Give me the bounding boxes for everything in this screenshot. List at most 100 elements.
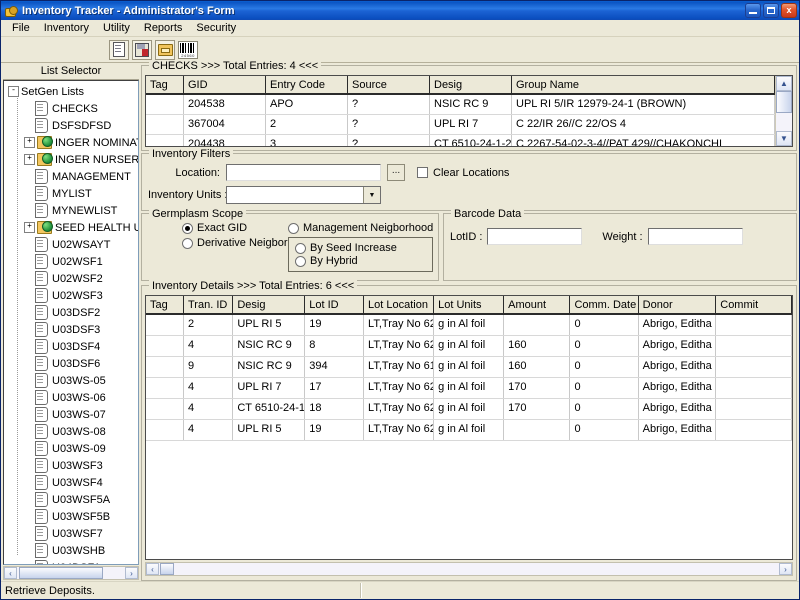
tree-horizontal-scrollbar[interactable]: ‹ › — [3, 566, 139, 580]
column-header-group-name[interactable]: Group Name — [512, 76, 775, 93]
tree-item-seed-health-unit[interactable]: + SEED HEALTH UNIT — [4, 219, 138, 236]
column-header-donor[interactable]: Donor — [639, 296, 717, 313]
radio-by-hybrid[interactable]: By Hybrid — [295, 255, 426, 267]
new-document-button[interactable] — [109, 39, 129, 60]
tree-item-u02wsf2[interactable]: U02WSF2 — [4, 270, 138, 287]
radio-management-neighborhood[interactable]: Management Neigborhood — [288, 222, 433, 234]
tree-scroll-thumb[interactable] — [19, 567, 104, 579]
tree-item-u03dsf4[interactable]: U03DSF4 — [4, 338, 138, 355]
checks-scroll-thumb[interactable] — [776, 91, 792, 113]
table-row[interactable]: 4UPL RI 519LT,Tray No 626g in Al foil 0Ab… — [146, 420, 792, 441]
clear-locations-checkbox[interactable] — [417, 167, 428, 178]
save-report-button[interactable] — [132, 39, 152, 60]
tree-item-dsfsdfsd[interactable]: DSFSDFSD — [4, 117, 138, 134]
inventory-units-select[interactable]: ▼ — [226, 186, 381, 204]
tree-item-u03wsf4[interactable]: U03WSF4 — [4, 474, 138, 491]
tree-item-u03wsf7[interactable]: U03WSF7 — [4, 525, 138, 542]
tree-item-management[interactable]: MANAGEMENT — [4, 168, 138, 185]
tree-item-mynewlist[interactable]: MYNEWLIST — [4, 202, 138, 219]
weight-input[interactable] — [647, 228, 743, 245]
tree-item-u03ws-06[interactable]: U03WS-06 — [4, 389, 138, 406]
chevron-down-icon[interactable]: ▼ — [363, 187, 380, 203]
checks-vertical-scrollbar[interactable]: ▲ ▼ — [775, 76, 792, 146]
tree-item-u03wsf5b[interactable]: U03WSF5B — [4, 508, 138, 525]
column-header-lot-location[interactable]: Lot Location — [364, 296, 435, 313]
table-row[interactable]: 4CT 6510-24-1-218LT,Tray No 626g in Al f… — [146, 399, 792, 420]
column-header-commit[interactable]: Commit — [716, 296, 792, 313]
column-header-tran-id[interactable]: Tran. ID — [184, 296, 234, 313]
table-row[interactable]: 367004 2? UPL RI 7C 22/IR 26//C 22/OS 4 — [146, 115, 775, 135]
table-row[interactable]: 9NSIC RC 9394LT,Tray No 619g in Al foil1… — [146, 357, 792, 378]
column-header-tag[interactable]: Tag — [146, 76, 184, 93]
column-header-desig[interactable]: Desig — [430, 76, 512, 93]
tree-item-u03wsf5a[interactable]: U03WSF5A — [4, 491, 138, 508]
tree-item-mylist[interactable]: MYLIST — [4, 185, 138, 202]
radio-by-seed-increase-icon[interactable] — [295, 242, 306, 254]
details-scroll-thumb[interactable] — [160, 563, 174, 575]
lotid-input[interactable] — [487, 228, 583, 245]
scroll-right-arrow-icon[interactable]: › — [125, 567, 138, 579]
expand-expander-icon[interactable]: + — [24, 137, 35, 148]
table-row[interactable]: 204538 APO? NSIC RC 9 UPL RI 5/IR 12979-24-… — [146, 95, 775, 115]
tree-item-inger-nomination-li-[interactable]: + INGER NOMINATION LI: — [4, 134, 138, 151]
tree-item-inger-nursery[interactable]: + INGER NURSERY — [4, 151, 138, 168]
menu-reports[interactable]: Reports — [137, 21, 190, 35]
radio-exact-gid-icon[interactable] — [182, 222, 193, 234]
menu-security[interactable]: Security — [189, 21, 243, 35]
tree-item-u03wsf3[interactable]: U03WSF3 — [4, 457, 138, 474]
column-header-comm-date[interactable]: Comm. Date — [570, 296, 639, 313]
inventory-details-grid[interactable]: Tag Tran. ID Desig Lot ID Lot Location Lot Un… — [145, 295, 793, 560]
tree-item-u03ws-07[interactable]: U03WS-07 — [4, 406, 138, 423]
checks-grid[interactable]: Tag GID Entry Code Source Desig Group Name 20… — [145, 75, 793, 147]
tree-item-u03ws-08[interactable]: U03WS-08 — [4, 423, 138, 440]
details-scroll-left-arrow-icon[interactable]: ‹ — [146, 563, 159, 575]
radio-derivative-neighborhood[interactable]: Derivative Neigborhood — [182, 237, 312, 249]
tree-item-u03dsf3[interactable]: U03DSF3 — [4, 321, 138, 338]
minimize-button[interactable] — [745, 3, 761, 18]
tree-item-u03ws-09[interactable]: U03WS-09 — [4, 440, 138, 457]
list-selector-tree[interactable]: - SetGen Lists CHECKS DSFSDFSD + INGER NOMI… — [3, 80, 139, 565]
tree-item-u03dsf2[interactable]: U03DSF2 — [4, 304, 138, 321]
menu-inventory[interactable]: Inventory — [37, 21, 96, 35]
table-row[interactable]: 204438 3? CT 6510-24-1-2 C 2267-54-02-3-4//… — [146, 135, 775, 146]
table-row[interactable]: 2UPL RI 519LT,Tray No 626g in Al foil 0Ab… — [146, 315, 792, 336]
radio-derivative-neighborhood-icon[interactable] — [182, 237, 193, 249]
tree-item-checks[interactable]: CHECKS — [4, 100, 138, 117]
radio-exact-gid[interactable]: Exact GID — [182, 222, 288, 234]
column-header-source[interactable]: Source — [348, 76, 430, 93]
tree-item-u02wsf3[interactable]: U02WSF3 — [4, 287, 138, 304]
tree-item-u02wsf1[interactable]: U02WSF1 — [4, 253, 138, 270]
column-header-lot-units[interactable]: Lot Units — [434, 296, 505, 313]
tree-scroll-track[interactable] — [17, 567, 125, 579]
collapse-expander-icon[interactable]: - — [8, 86, 19, 97]
location-browse-button[interactable]: ... — [387, 164, 405, 181]
details-scroll-right-arrow-icon[interactable]: › — [779, 563, 792, 575]
details-scroll-track[interactable] — [159, 563, 779, 575]
checks-scroll-track[interactable] — [776, 113, 792, 131]
scroll-up-arrow-icon[interactable]: ▲ — [776, 76, 792, 91]
table-row[interactable]: 4NSIC RC 98LT,Tray No 626g in Al foil160… — [146, 336, 792, 357]
column-header-gid[interactable]: GID — [184, 76, 266, 93]
maximize-button[interactable] — [763, 3, 779, 18]
tree-item-u03ws-05[interactable]: U03WS-05 — [4, 372, 138, 389]
tree-item-u03wshb[interactable]: U03WSHB — [4, 542, 138, 559]
expand-expander-icon[interactable]: + — [24, 222, 35, 233]
radio-by-hybrid-icon[interactable] — [295, 255, 306, 267]
scroll-down-arrow-icon[interactable]: ▼ — [776, 131, 792, 146]
radio-by-seed-increase[interactable]: By Seed Increase — [295, 242, 426, 254]
location-input[interactable] — [226, 164, 381, 181]
scroll-left-arrow-icon[interactable]: ‹ — [4, 567, 17, 579]
close-button[interactable]: x — [781, 3, 797, 18]
tree-item-u03dsf6[interactable]: U03DSF6 — [4, 355, 138, 372]
tree-item-u04dsf1[interactable]: U04DSF1 — [4, 559, 138, 564]
radio-management-neighborhood-icon[interactable] — [288, 222, 299, 234]
column-header-entry-code[interactable]: Entry Code — [266, 76, 348, 93]
table-row[interactable]: 4UPL RI 717LT,Tray No 626g in Al foil170… — [146, 378, 792, 399]
open-folder-button[interactable] — [155, 39, 175, 60]
menu-file[interactable]: File — [5, 21, 37, 35]
details-horizontal-scrollbar[interactable]: ‹ › — [145, 562, 793, 576]
barcode-button[interactable]: 24560 — [178, 40, 198, 59]
column-header-amount[interactable]: Amount — [504, 296, 571, 313]
expand-expander-icon[interactable]: + — [24, 154, 35, 165]
column-header-lot-id[interactable]: Lot ID — [305, 296, 365, 313]
